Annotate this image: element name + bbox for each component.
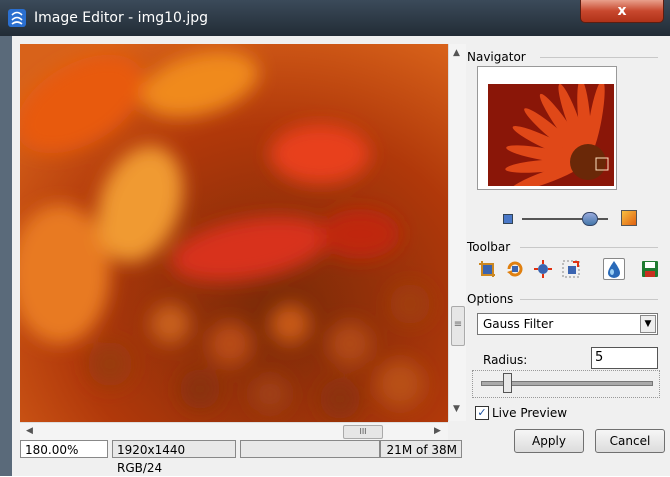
scroll-up-icon[interactable]: ▲: [453, 48, 460, 58]
scroll-left-icon[interactable]: ◀: [26, 426, 33, 436]
zoom-in-icon[interactable]: [621, 210, 637, 226]
flower-image: [20, 44, 448, 422]
radius-slider-thumb[interactable]: [503, 373, 512, 393]
chevron-down-icon[interactable]: ▼: [640, 315, 656, 333]
toolbar-label: Toolbar: [467, 240, 511, 254]
window-title: Image Editor - img10.jpg: [34, 10, 209, 26]
dimensions-label: 1920x1440 RGB/24: [112, 440, 236, 475]
crop-icon[interactable]: [476, 258, 498, 280]
options-divider: [520, 299, 658, 300]
app-icon: [8, 9, 26, 27]
vertical-scroll-thumb[interactable]: ≡: [451, 306, 465, 346]
radius-input[interactable]: 5: [591, 347, 658, 369]
options-label: Options: [467, 292, 514, 306]
adjust-icon[interactable]: [532, 258, 554, 280]
horizontal-scroll-thumb[interactable]: III: [343, 425, 383, 439]
cancel-button[interactable]: Cancel: [595, 429, 665, 453]
image-editor-window: Image Editor - img10.jpg x ▲ ≡ ▼ ◀ III ▶…: [0, 0, 670, 476]
apply-button[interactable]: Apply: [514, 429, 584, 453]
scroll-down-icon[interactable]: ▼: [453, 404, 460, 414]
radius-label: Radius:: [483, 353, 528, 367]
memory-label: 21M of 38M: [380, 440, 462, 458]
filter-select-value: Gauss Filter: [483, 317, 554, 331]
filter-select[interactable]: Gauss Filter ▼: [477, 313, 658, 335]
close-button[interactable]: x: [580, 0, 664, 23]
live-preview-label: Live Preview: [492, 406, 568, 420]
zoom-slider-thumb[interactable]: [582, 212, 598, 226]
scroll-corner: [448, 422, 465, 439]
title-bar[interactable]: Image Editor - img10.jpg x: [0, 0, 670, 36]
toolbar-divider: [520, 247, 658, 248]
thumb-grip-icon: ≡: [453, 319, 463, 330]
rotate-icon[interactable]: [504, 258, 526, 280]
navigator-label: Navigator: [467, 50, 526, 64]
image-canvas[interactable]: [20, 44, 448, 422]
resize-icon[interactable]: [560, 258, 582, 280]
thumbnail-image: [488, 84, 614, 186]
blur-icon[interactable]: [603, 258, 625, 280]
zoom-out-icon[interactable]: [503, 214, 513, 224]
horizontal-scrollbar[interactable]: ◀ III ▶: [20, 422, 448, 440]
radius-slider[interactable]: [472, 370, 660, 398]
live-preview-checkbox[interactable]: ✓: [475, 406, 489, 420]
navigator-thumbnail[interactable]: [488, 84, 614, 186]
save-icon[interactable]: [639, 258, 661, 280]
vertical-scrollbar[interactable]: ▲ ≡ ▼: [448, 44, 466, 421]
navigator-divider: [540, 57, 658, 58]
zoom-field[interactable]: 180.00%: [20, 440, 108, 458]
scroll-right-icon[interactable]: ▶: [434, 426, 441, 436]
status-spacer: [240, 440, 380, 458]
